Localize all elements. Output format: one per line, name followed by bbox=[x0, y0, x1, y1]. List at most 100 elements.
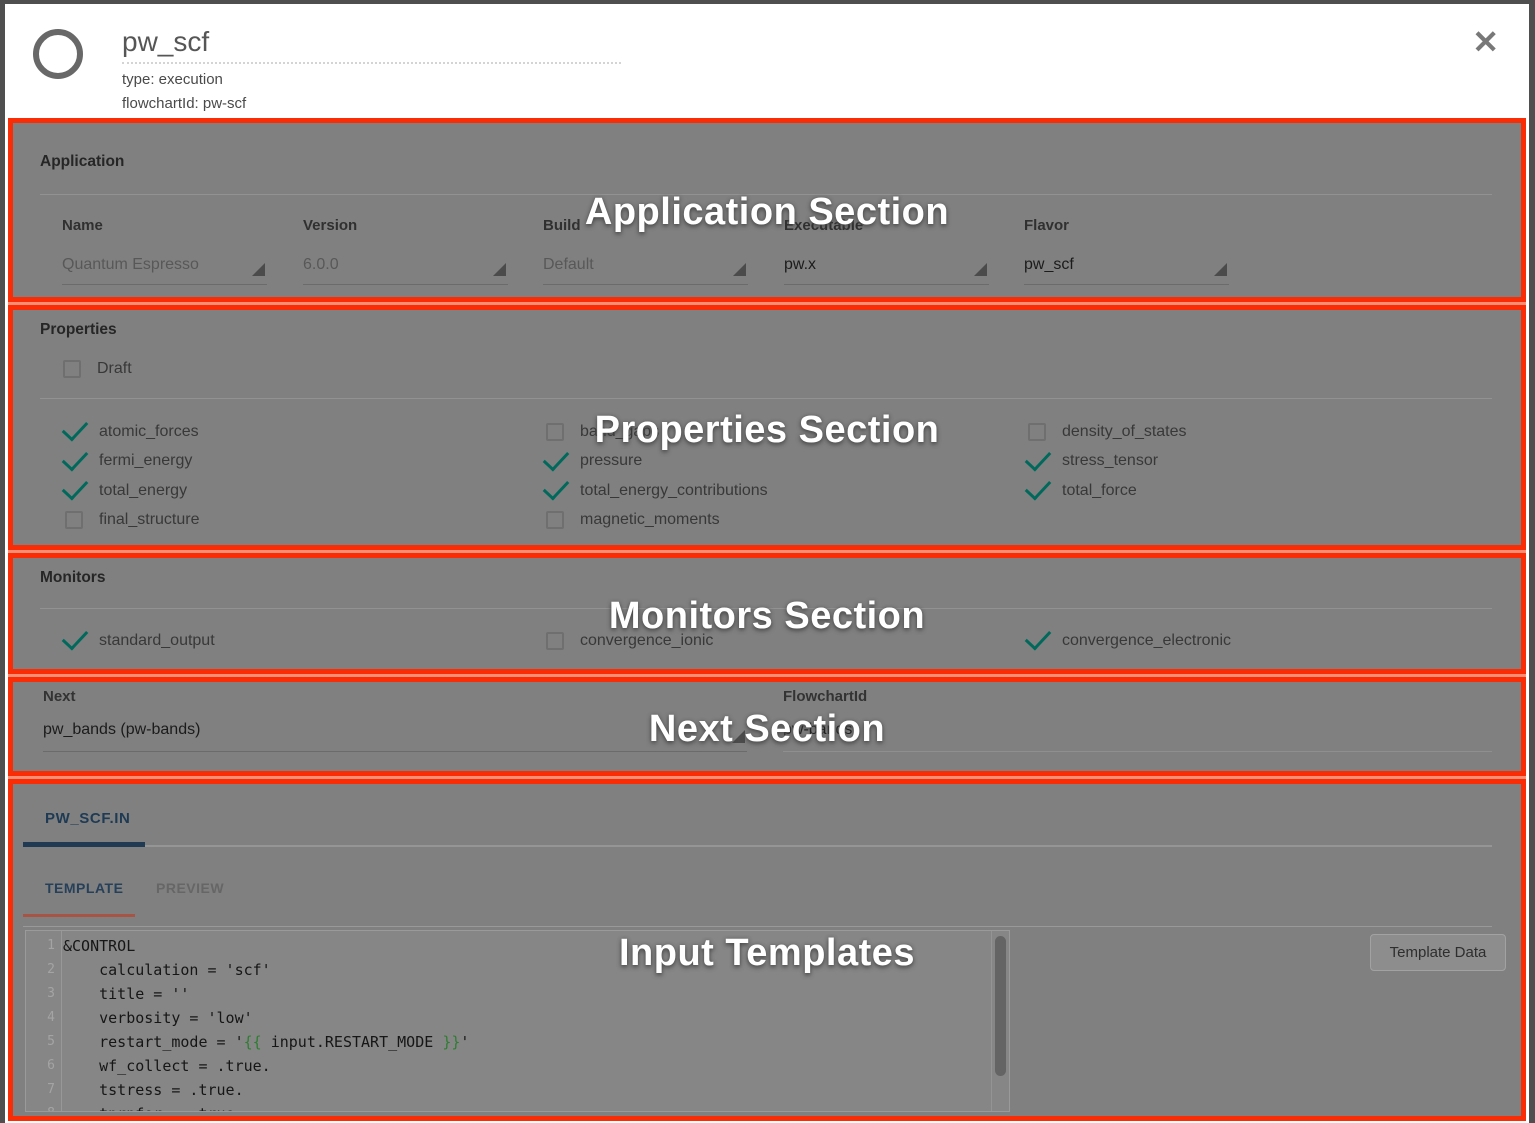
unit-type-text: type: execution bbox=[122, 71, 621, 88]
dropdown-arrow-icon bbox=[493, 263, 506, 276]
application-heading: Application bbox=[40, 153, 124, 171]
unchecked-checkbox bbox=[1028, 423, 1046, 441]
template-code-editor[interactable]: 12345678 &CONTROL calculation = 'scf' ti… bbox=[25, 930, 1010, 1112]
checked-icon bbox=[62, 624, 89, 651]
checkbox-item-total_energy[interactable]: total_energy bbox=[65, 476, 200, 506]
unchecked-checkbox bbox=[546, 423, 564, 441]
tab-template[interactable]: TEMPLATE bbox=[45, 880, 123, 896]
checkbox-label: stress_tensor bbox=[1062, 452, 1158, 470]
checkbox-label: standard_output bbox=[99, 632, 215, 650]
checkbox-item-fermi_energy[interactable]: fermi_energy bbox=[65, 447, 200, 477]
checkbox-item-stress_tensor[interactable]: stress_tensor bbox=[1028, 447, 1187, 477]
field-label-executable: Executable bbox=[784, 217, 989, 234]
checkbox-item-density_of_states[interactable]: density_of_states bbox=[1028, 417, 1187, 447]
line-number: 6 bbox=[26, 1054, 61, 1078]
unchecked-checkbox bbox=[65, 511, 83, 529]
annotation-box-properties: Properties Section Properties Draft atom… bbox=[8, 305, 1526, 550]
checkbox-item-convergence_ionic[interactable]: convergence_ionic bbox=[546, 626, 713, 656]
checkbox-item-total_energy_contributions[interactable]: total_energy_contributions bbox=[546, 476, 768, 506]
build-select[interactable]: Default bbox=[543, 256, 748, 285]
app-field-version: Version6.0.0 bbox=[303, 217, 508, 285]
checked-icon bbox=[62, 444, 89, 471]
checkbox-item-pressure[interactable]: pressure bbox=[546, 447, 768, 477]
checkbox-label: total_energy_contributions bbox=[580, 482, 768, 500]
checked-icon bbox=[1025, 624, 1052, 651]
code-area: &CONTROL calculation = 'scf' title = '' … bbox=[63, 934, 991, 1112]
dropdown-arrow-icon bbox=[974, 263, 987, 276]
icon-cell bbox=[65, 511, 99, 529]
annotation-box-input-templates: Input Templates PW_SCF.IN TEMPLATE PREVI… bbox=[8, 779, 1526, 1121]
tab-divider bbox=[23, 845, 1492, 847]
icon-cell bbox=[1028, 453, 1062, 470]
app-field-flavor: Flavorpw_scf bbox=[1024, 217, 1229, 285]
checkbox-column: atomic_forces fermi_energy total_energyfin… bbox=[65, 417, 200, 535]
flavor-select[interactable]: pw_scf bbox=[1024, 256, 1229, 285]
dropdown-arrow-icon bbox=[252, 263, 265, 276]
next-unit-value: pw_bands (pw-bands) bbox=[43, 721, 200, 738]
dropdown-arrow-icon bbox=[1214, 263, 1227, 276]
checkbox-item-atomic_forces[interactable]: atomic_forces bbox=[65, 417, 200, 447]
icon-cell bbox=[546, 511, 580, 529]
scrollbar-thumb[interactable] bbox=[995, 936, 1006, 1076]
template-tab-indicator bbox=[23, 914, 135, 917]
select-value: Quantum Espresso bbox=[62, 256, 199, 273]
flowchart-id-input[interactable]: pw-bands bbox=[783, 721, 1492, 752]
select-value: pw.x bbox=[784, 256, 816, 273]
code-line: tprnfor = .true. bbox=[63, 1102, 991, 1112]
checked-icon bbox=[1025, 444, 1052, 471]
icon-cell bbox=[65, 482, 99, 499]
unit-title-field[interactable]: pw_scf bbox=[122, 26, 621, 64]
checkbox-item-total_force[interactable]: total_force bbox=[1028, 476, 1187, 506]
checkbox-item-magnetic_moments[interactable]: magnetic_moments bbox=[546, 506, 768, 536]
app-field-name: Name Quantum Espresso bbox=[62, 217, 267, 285]
tab-preview[interactable]: PREVIEW bbox=[156, 880, 224, 896]
unit-circle-icon bbox=[33, 29, 83, 79]
checkbox-item-standard_output[interactable]: standard_output bbox=[65, 626, 215, 656]
checkbox-label: fermi_energy bbox=[99, 452, 192, 470]
annotation-box-monitors: Monitors Section Monitors standard_outpu… bbox=[8, 553, 1526, 674]
editor-scrollbar[interactable] bbox=[991, 931, 1009, 1111]
icon-cell bbox=[546, 482, 580, 499]
checkbox-label: final_structure bbox=[99, 511, 200, 529]
unchecked-checkbox bbox=[63, 360, 81, 378]
name-select[interactable]: Quantum Espresso bbox=[62, 256, 267, 285]
draft-checkbox[interactable]: Draft bbox=[63, 354, 132, 384]
unchecked-checkbox bbox=[546, 511, 564, 529]
title-block: pw_scf type: execution flowchartId: pw-s… bbox=[122, 26, 621, 112]
app-field-executable: Executable pw.x bbox=[784, 217, 989, 285]
template-data-button[interactable]: Template Data bbox=[1370, 934, 1506, 971]
subtab-divider bbox=[23, 926, 1492, 927]
icon-cell bbox=[65, 632, 99, 649]
divider bbox=[40, 398, 1492, 399]
executable-select[interactable]: pw.x bbox=[784, 256, 989, 285]
unit-flowchart-id-text: flowchartId: pw-scf bbox=[122, 95, 621, 112]
close-icon[interactable]: ✕ bbox=[1472, 26, 1499, 58]
icon-cell bbox=[1028, 482, 1062, 499]
checkbox-item-band_gaps[interactable]: band_gaps bbox=[546, 417, 768, 447]
checkbox-label: total_energy bbox=[99, 482, 187, 500]
divider bbox=[40, 608, 1492, 609]
checkbox-column: density_of_states stress_tensor total_forc… bbox=[1028, 417, 1187, 506]
field-label-name: Name bbox=[62, 217, 267, 234]
next-unit-field: Next pw_bands (pw-bands) bbox=[43, 688, 747, 752]
dropdown-arrow-icon bbox=[733, 263, 746, 276]
unit-config-dialog: pw_scf type: execution flowchartId: pw-s… bbox=[0, 0, 1535, 1123]
next-unit-select[interactable]: pw_bands (pw-bands) bbox=[43, 721, 747, 752]
tab-pw-scf-in[interactable]: PW_SCF.IN bbox=[45, 810, 130, 827]
checkbox-label: total_force bbox=[1062, 482, 1137, 500]
checkbox-label: Draft bbox=[97, 360, 132, 378]
version-select[interactable]: 6.0.0 bbox=[303, 256, 508, 285]
icon-cell bbox=[1028, 632, 1062, 649]
line-number: 3 bbox=[26, 982, 61, 1006]
checkbox-item-convergence_electronic[interactable]: convergence_electronic bbox=[1028, 626, 1231, 656]
checked-icon bbox=[62, 474, 89, 501]
active-tab-indicator bbox=[23, 842, 145, 847]
checkbox-column: convergence_ionic bbox=[546, 626, 713, 656]
icon-cell bbox=[546, 423, 580, 441]
checkbox-label: atomic_forces bbox=[99, 423, 199, 441]
line-number: 1 bbox=[26, 934, 61, 958]
select-value: 6.0.0 bbox=[303, 256, 339, 273]
code-line: tstress = .true. bbox=[63, 1078, 991, 1102]
checkbox-column: band_gapspressure total_energy_contributi… bbox=[546, 417, 768, 535]
checkbox-item-final_structure[interactable]: final_structure bbox=[65, 506, 200, 536]
